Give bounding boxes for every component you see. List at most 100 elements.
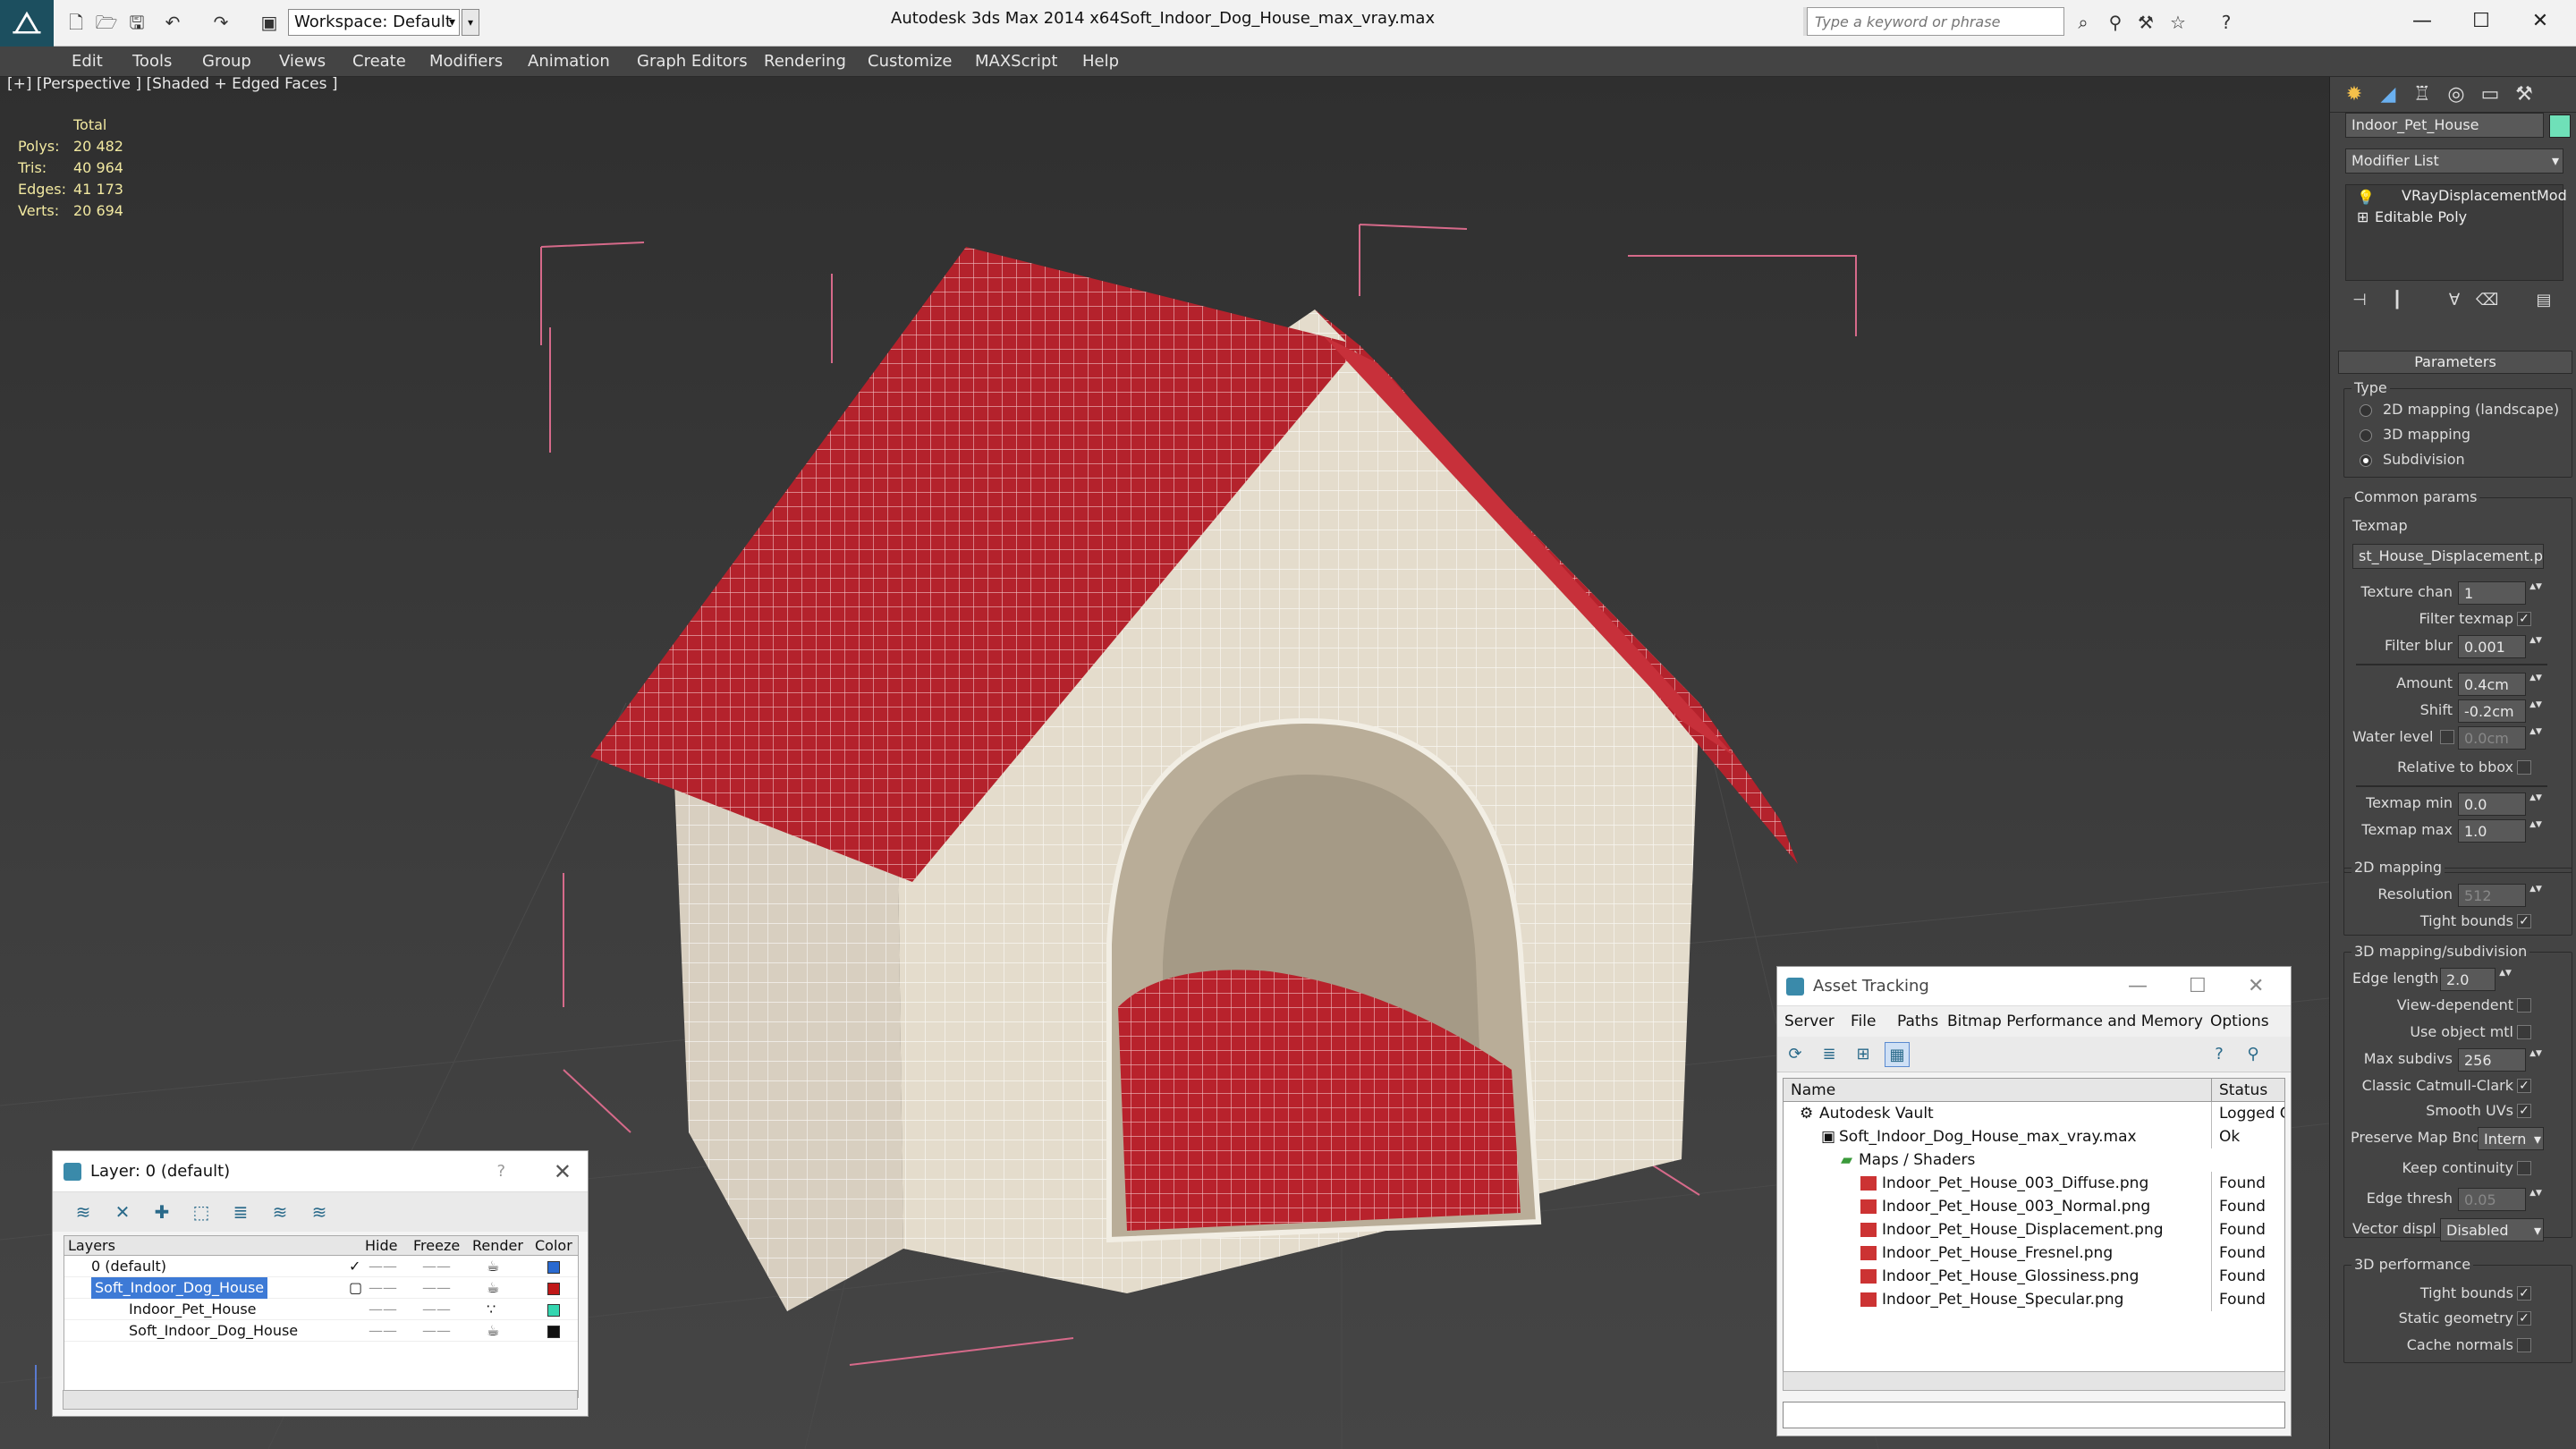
close-icon[interactable]: ✕ (554, 1151, 572, 1192)
col-layers[interactable]: Layers (68, 1236, 115, 1256)
menu-help[interactable]: Help (1082, 52, 1119, 71)
layer-color-swatch[interactable] (547, 1299, 560, 1320)
list-view-icon[interactable]: ≣ (1817, 1042, 1842, 1067)
menu-create[interactable]: Create (352, 52, 406, 71)
tight-bounds-checkbox[interactable]: ✓ (2517, 914, 2531, 928)
keep-continuity-checkbox[interactable] (2517, 1161, 2531, 1175)
help-icon[interactable]: ? (2213, 9, 2240, 36)
subscription-icon[interactable]: ⚲ (2102, 9, 2129, 36)
open-file-icon[interactable]: 🗁 (93, 9, 120, 36)
menu-views[interactable]: Views (279, 52, 326, 71)
relative-bbox-checkbox[interactable] (2517, 760, 2531, 775)
asset-row[interactable]: Indoor_Pet_House_Glossiness.png Found (1784, 1265, 2284, 1288)
col-color[interactable]: Color (535, 1236, 572, 1256)
menu-tools[interactable]: Tools (132, 52, 172, 71)
texmap-button[interactable]: st_House_Displacement.png) (2352, 544, 2544, 569)
col-render[interactable]: Render (472, 1236, 523, 1256)
modifier-list-dropdown[interactable]: Modifier List ▾ (2345, 148, 2563, 174)
asset-menu-file[interactable]: File (1851, 1006, 1876, 1037)
col-status[interactable]: Status (2211, 1079, 2267, 1102)
project-folder-icon[interactable]: ▣ (256, 9, 283, 36)
create-tab-icon[interactable]: ✹ (2339, 82, 2369, 107)
filter-blur-input[interactable]: 0.001 (2458, 635, 2526, 658)
layer-color-swatch[interactable] (547, 1256, 560, 1277)
col-hide[interactable]: Hide (365, 1236, 397, 1256)
display-tab-icon[interactable]: ▭ (2475, 82, 2505, 107)
table-view-icon[interactable]: ▦ (1885, 1042, 1910, 1067)
spinner-icon[interactable]: ▲▼ (2529, 1188, 2542, 1211)
close-window-button[interactable]: ✕ (2513, 4, 2567, 39)
asset-menu-server[interactable]: Server (1784, 1006, 1835, 1037)
hide-toggle[interactable]: —— (369, 1256, 397, 1277)
freeze-all-layers-icon[interactable]: ≋ (307, 1199, 332, 1224)
layer-horizontal-scrollbar[interactable] (63, 1390, 578, 1410)
minimize-button[interactable]: — (2395, 4, 2449, 39)
menu-rendering[interactable]: Rendering (764, 52, 846, 71)
perf-tight-bounds-checkbox[interactable]: ✓ (2517, 1286, 2531, 1301)
spinner-icon[interactable]: ▲▼ (2529, 1048, 2542, 1072)
asset-row[interactable]: Indoor_Pet_House_003_Diffuse.png Found (1784, 1172, 2284, 1195)
asset-menu-paths[interactable]: Paths (1897, 1006, 1938, 1037)
hierarchy-tab-icon[interactable]: ♖ (2407, 82, 2437, 107)
hide-toggle[interactable]: —— (369, 1277, 397, 1299)
app-logo-icon[interactable]: ⧍ (0, 0, 54, 47)
amount-input[interactable]: 0.4cm (2458, 673, 2526, 696)
remove-modifier-icon[interactable]: ⌫ (2476, 290, 2498, 311)
spinner-icon[interactable]: ▲▼ (2529, 699, 2542, 723)
help-icon[interactable]: ? (2207, 1042, 2232, 1067)
stack-item-vraydisplacement[interactable]: VRayDisplacementMod (2402, 187, 2567, 204)
configure-sets-icon[interactable]: ▤ (2533, 290, 2555, 311)
asset-window-titlebar[interactable]: Asset Tracking — ☐ ✕ (1777, 967, 2291, 1006)
radio-3d-mapping[interactable] (2360, 429, 2372, 442)
workspace-menu-button[interactable]: ▾ (462, 9, 479, 36)
vector-displ-dropdown[interactable]: Disabled ▾ (2440, 1218, 2544, 1241)
smooth-uvs-checkbox[interactable]: ✓ (2517, 1104, 2531, 1118)
add-to-layer-icon[interactable]: ✚ (149, 1199, 174, 1224)
lightbulb-icon[interactable]: 💡 (2357, 189, 2375, 206)
stack-item-editable-poly[interactable]: Editable Poly (2375, 208, 2467, 225)
max-subdivs-input[interactable]: 256 (2458, 1048, 2526, 1072)
search-input[interactable] (1808, 8, 2063, 35)
view-dependent-checkbox[interactable] (2517, 998, 2531, 1013)
asset-row[interactable]: Indoor_Pet_House_Displacement.png Found (1784, 1218, 2284, 1241)
asset-row[interactable]: ▣ Soft_Indoor_Dog_House_max_vray.max Ok (1784, 1125, 2284, 1148)
parameters-rollout[interactable]: Parameters (2338, 351, 2572, 374)
water-level-checkbox[interactable] (2440, 730, 2454, 744)
maximize-icon[interactable]: ☐ (2189, 967, 2207, 1006)
asset-menu-bitmap[interactable]: Bitmap Performance and Memory (1947, 1006, 2203, 1037)
shift-input[interactable]: -0.2cm (2458, 699, 2526, 723)
freeze-toggle[interactable]: —— (422, 1277, 451, 1299)
delete-layer-icon[interactable]: ✕ (110, 1199, 135, 1224)
radio-subdivision[interactable] (2360, 454, 2372, 467)
spinner-icon[interactable]: ▲▼ (2529, 884, 2542, 907)
highlight-layer-icon[interactable]: ≣ (228, 1199, 253, 1224)
menu-edit[interactable]: Edit (72, 52, 103, 71)
viewport-label[interactable]: [+] [Perspective ] [Shaded + Edged Faces… (7, 75, 337, 93)
render-teapot-icon[interactable]: ☕ (487, 1320, 499, 1342)
spinner-icon[interactable]: ▲▼ (2529, 581, 2542, 605)
menu-graph-editors[interactable]: Graph Editors (637, 52, 748, 71)
minimize-icon[interactable]: — (2128, 967, 2148, 1006)
freeze-toggle[interactable]: —— (422, 1299, 451, 1320)
asset-row[interactable]: Indoor_Pet_House_Fresnel.png Found (1784, 1241, 2284, 1265)
layer-window-titlebar[interactable]: Layer: 0 (default) ? ✕ (53, 1151, 588, 1192)
freeze-toggle[interactable]: —— (422, 1320, 451, 1342)
preserve-map-dropdown[interactable]: Intern ▾ (2478, 1127, 2544, 1150)
radio-2d-mapping[interactable] (2360, 404, 2372, 417)
render-teapot-icon[interactable]: ☕ (487, 1256, 499, 1277)
asset-row[interactable]: Indoor_Pet_House_003_Normal.png Found (1784, 1195, 2284, 1218)
hide-all-layers-icon[interactable]: ≋ (267, 1199, 292, 1224)
layer-color-swatch[interactable] (547, 1320, 560, 1342)
binoculars-icon[interactable]: ⌕ (2070, 9, 2097, 36)
layer-row[interactable]: Soft_Indoor_Dog_House —— —— ☕ (64, 1320, 578, 1342)
asset-status-field[interactable] (1783, 1402, 2285, 1428)
resolution-input[interactable]: 512 (2458, 884, 2526, 907)
object-color-swatch[interactable] (2549, 114, 2571, 138)
spinner-icon[interactable]: ▲▼ (2529, 673, 2542, 696)
hide-toggle[interactable]: —— (369, 1320, 397, 1342)
layer-row[interactable]: 0 (default) ✓ —— —— ☕ (64, 1256, 578, 1277)
col-name[interactable]: Name (1791, 1079, 1835, 1102)
help-icon[interactable]: ? (496, 1151, 505, 1192)
tree-view-icon[interactable]: ⊞ (1851, 1042, 1876, 1067)
make-unique-icon[interactable]: ∀ (2444, 290, 2465, 311)
